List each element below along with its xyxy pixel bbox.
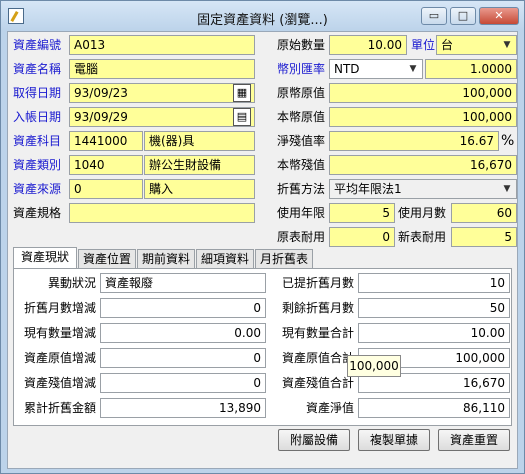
tab-detail-data[interactable]: 細項資料	[196, 249, 254, 269]
tab-prior-data[interactable]: 期前資料	[137, 249, 195, 269]
tab-location[interactable]: 資產位置	[78, 249, 136, 269]
label-source: 資產來源	[13, 182, 62, 196]
net-value-field: 86,110	[358, 398, 510, 418]
label-entry-date: 入帳日期	[13, 110, 62, 124]
depr-months-done-field: 10	[358, 273, 510, 293]
salvage-rate-field[interactable]: 16.67	[329, 131, 499, 151]
depr-months-adj-field: 0	[100, 298, 266, 318]
cost-adj-field: 0	[100, 348, 266, 368]
label-salvage-local: 本幣殘值	[277, 158, 326, 172]
minimize-button[interactable]: ▭	[421, 7, 447, 25]
life-months-field[interactable]: 60	[451, 203, 517, 223]
acquire-date-field[interactable]: 93/09/23	[69, 83, 255, 103]
subject-name-field: 機(器)具	[144, 131, 255, 151]
chevron-down-icon[interactable]: ▼	[499, 37, 515, 53]
change-status-field: 資產報廢	[100, 273, 266, 293]
label-life-months: 使用月數	[398, 206, 447, 220]
copy-document-button[interactable]: 複製單據	[358, 429, 430, 451]
label-life-years: 使用年限	[277, 206, 326, 220]
label-cost-adj: 資產原值增減	[23, 351, 96, 365]
unit-select[interactable]: 台 ▼	[436, 35, 517, 55]
currency-select[interactable]: NTD ▼	[329, 59, 423, 79]
source-code-field[interactable]: 0	[69, 179, 143, 199]
unit-value: 台	[441, 38, 454, 52]
salvage-local-field[interactable]: 16,670	[329, 155, 517, 175]
label-net-value: 資產淨值	[305, 401, 354, 415]
label-acquire-date: 取得日期	[13, 86, 62, 100]
label-orig-qty: 原始數量	[277, 38, 326, 52]
maximize-button[interactable]: □	[450, 7, 476, 25]
qty-total-field: 10.00	[358, 323, 510, 343]
salvage-adj-field: 0	[100, 373, 266, 393]
attached-equipment-button[interactable]: 附屬設備	[278, 429, 350, 451]
tab-monthly-depr[interactable]: 月折舊表	[255, 249, 313, 269]
label-qty-total: 現有數量合計	[281, 326, 354, 340]
depr-method-value: 平均年限法1	[334, 182, 402, 196]
orig-cost-local-field[interactable]: 100,000	[329, 107, 517, 127]
depr-months-left-field: 50	[358, 298, 510, 318]
label-qty-adj: 現有數量增減	[23, 326, 96, 340]
label-depr-months-left: 剩餘折舊月數	[281, 301, 354, 315]
label-asset-no: 資產編號	[13, 38, 62, 52]
label-depr-method: 折舊方法	[277, 182, 326, 196]
status-panel: 異動狀況 資產報廢 已提折舊月數 10 折舊月數增減 0 剩餘折舊月數 50 現…	[13, 268, 512, 426]
source-name-field: 購入	[144, 179, 255, 199]
label-depr-months-done: 已提折舊月數	[281, 276, 354, 290]
label-orig-cost-local: 本幣原值	[277, 110, 326, 124]
depr-method-select[interactable]: 平均年限法1 ▼	[329, 179, 517, 199]
entry-date-field[interactable]: 93/09/29	[69, 107, 255, 127]
label-spec: 資產規格	[13, 206, 62, 220]
label-depr-months-adj: 折舊月數增減	[23, 301, 96, 315]
label-currency: 幣別匯率	[277, 62, 326, 76]
label-orig-life: 原表耐用	[277, 230, 326, 244]
chevron-down-icon[interactable]: ▼	[405, 61, 421, 77]
tab-status[interactable]: 資產現狀	[13, 247, 77, 269]
form-content: 資產編號 A013 資產名稱 電腦 取得日期 93/09/23 ▦ 入帳日期 9…	[7, 31, 518, 469]
category-name-field: 辦公生財設備	[144, 155, 255, 175]
new-life-field[interactable]: 5	[451, 227, 517, 247]
label-unit: 單位	[411, 38, 436, 52]
label-category: 資產類別	[13, 158, 62, 172]
label-new-life: 新表耐用	[398, 230, 447, 244]
label-salvage-adj: 資產殘值增減	[23, 376, 96, 390]
label-orig-cost-fc: 原幣原值	[277, 86, 326, 100]
value-tooltip: 100,000	[347, 355, 401, 377]
qty-adj-field: 0.00	[100, 323, 266, 343]
acquire-date-calendar-icon[interactable]: ▦	[233, 84, 251, 102]
label-accum-depr: 累計折舊金額	[23, 401, 96, 415]
orig-life-field[interactable]: 0	[329, 227, 395, 247]
subject-code-field[interactable]: 1441000	[69, 131, 143, 151]
close-button[interactable]: ✕	[479, 7, 519, 25]
entry-date-calendar-icon[interactable]: ▤	[233, 108, 251, 126]
asset-name-field[interactable]: 電腦	[69, 59, 255, 79]
label-salvage-total: 資產殘值合計	[281, 376, 354, 390]
category-code-field[interactable]: 1040	[69, 155, 143, 175]
orig-cost-fc-field[interactable]: 100,000	[329, 83, 517, 103]
asset-no-field[interactable]: A013	[69, 35, 255, 55]
orig-qty-field[interactable]: 10.00	[329, 35, 407, 55]
label-cost-total: 資產原值合計	[281, 351, 354, 365]
label-subject: 資產科目	[13, 134, 62, 148]
percent-sign: %	[501, 133, 515, 149]
label-change-status: 異動狀況	[47, 276, 96, 290]
label-salvage-rate: 淨殘值率	[277, 134, 326, 148]
spec-field[interactable]	[69, 203, 255, 223]
asset-reset-button[interactable]: 資產重置	[438, 429, 510, 451]
label-asset-name: 資產名稱	[13, 62, 62, 76]
window: 固定資產資料 (瀏覽...) ▭ □ ✕ 資產編號 A013 資產名稱 電腦 取…	[0, 0, 525, 474]
accum-depr-field: 13,890	[100, 398, 266, 418]
life-years-field[interactable]: 5	[329, 203, 395, 223]
title-bar[interactable]: 固定資產資料 (瀏覽...) ▭ □ ✕	[1, 1, 524, 31]
currency-value: NTD	[334, 62, 360, 76]
chevron-down-icon[interactable]: ▼	[499, 181, 515, 197]
exchange-rate-field[interactable]: 1.0000	[425, 59, 517, 79]
